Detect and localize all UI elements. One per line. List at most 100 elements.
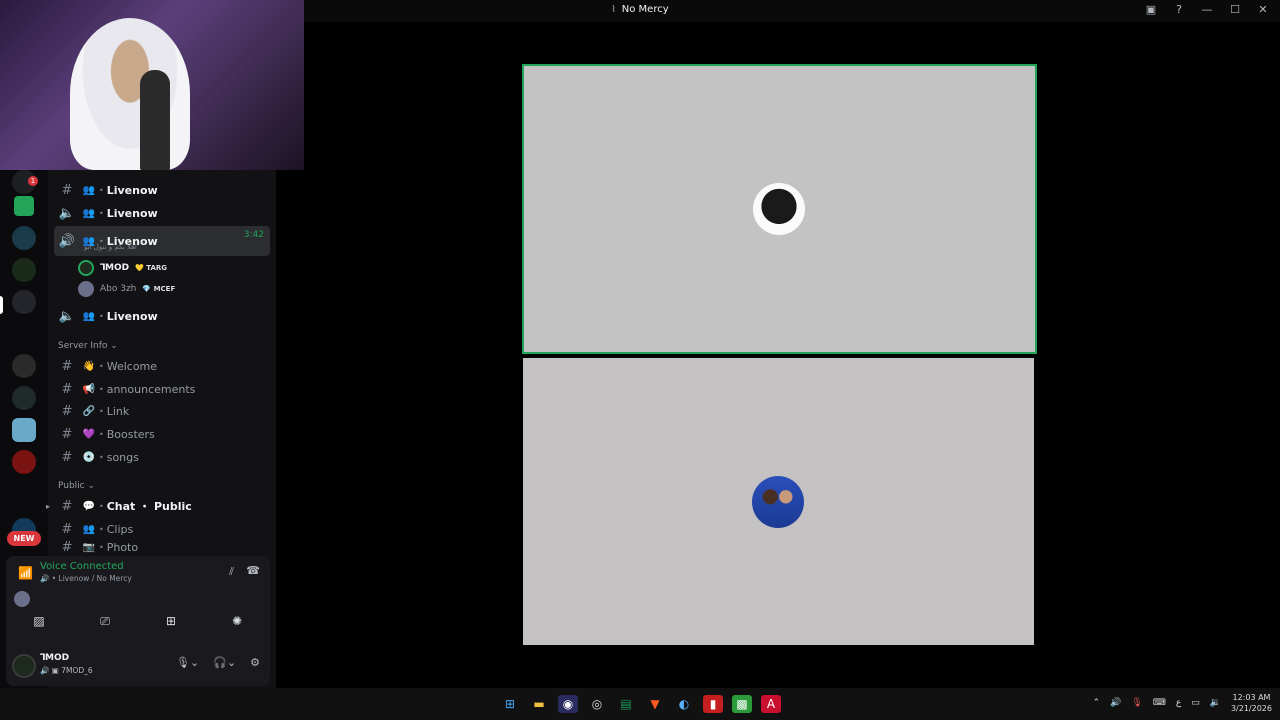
discord-icon[interactable]: ◉ [558,695,578,713]
channel-emoji-icon: 👥 [82,310,96,322]
avatar [753,183,805,235]
link-icon: 🔗 [82,405,96,417]
expand-icon[interactable]: ▸ [46,502,50,511]
text-channel-photo[interactable]: # 📷 • Photo [54,540,270,554]
microphone-icon[interactable]: 🎙⌄ [176,656,199,669]
server-icon[interactable] [12,386,36,410]
speech-bubble-icon: 💬 [82,500,96,512]
help-icon[interactable]: ? [1172,3,1186,16]
server-icon[interactable] [12,226,36,250]
volume-icon[interactable]: 🔉 [1210,698,1221,708]
microphone-image [140,70,170,170]
photo-icon: 📷 [82,541,96,553]
voice-location[interactable]: 🔊 • Livenow / No Mercy [40,574,132,583]
close-button[interactable]: ✕ [1256,3,1270,16]
booster-icon: 💜 [82,428,96,440]
activities-button[interactable]: ⊞ [159,614,183,629]
voice-channel[interactable]: 🔈 👥 • Livenow [54,305,270,327]
taskbar: ⊞ ▬ ◉ ◎ ▤ ▼ ◐ ▮ ▩ A ⌃ 🔊 🎙 ⌨ ع ▭ 🔉 12:03 … [0,688,1280,720]
voice-channel[interactable]: # 👥 • Livenow [54,179,270,201]
noise-suppression-icon[interactable]: ⫽ [229,565,234,579]
maximize-button[interactable]: ☐ [1228,3,1242,16]
gear-icon[interactable]: ⚙ [250,656,260,669]
disconnect-icon[interactable]: ☎ [246,564,260,577]
hash-icon: # [61,358,73,374]
excel-icon[interactable]: ▤ [616,695,636,713]
soundboard-button[interactable]: ✺ [225,614,249,629]
text-channel-welcome[interactable]: # 👋 • Welcome [54,355,270,377]
voice-user[interactable]: Abo 3zh 💎 MCEF [78,280,175,298]
server-icon[interactable] [12,450,36,474]
avatar[interactable] [14,591,30,607]
call-timer: 3:42 [243,230,264,240]
user-tag: 💎 MCEF [142,285,176,293]
hash-icon: # [61,449,73,465]
category-public[interactable]: Public ⌄ [58,481,95,491]
hash-icon: # [61,498,73,514]
server-icon-no-mercy[interactable] [12,290,36,314]
avatar [78,281,94,297]
app-a-icon[interactable]: A [761,695,781,713]
channel-status: اهلا بكم و ننول ابو [84,243,137,251]
hash-icon: # [61,381,73,397]
channel-emoji-icon: 👥 [82,207,96,219]
streamer-image [70,18,190,170]
text-channel-clips[interactable]: # 👥 • Clips [54,518,270,540]
category-server-info[interactable]: Server Info ⌄ [58,341,118,351]
avatar [752,476,804,528]
username[interactable]: ꓶMOD [40,653,69,663]
obs-icon[interactable]: ◎ [587,695,607,713]
windows-start-icon[interactable]: ⊞ [500,695,520,713]
voice-channel-active[interactable]: 🔊 👥 • Livenow 3:42 اهلا بكم و ننول ابو [54,226,270,256]
keyboard-icon[interactable]: ⌨ [1153,698,1166,708]
language-indicator[interactable]: ع [1176,698,1181,708]
chevron-up-icon[interactable]: ⌃ [1093,698,1101,708]
voice-status[interactable]: Voice Connected [40,561,124,572]
voice-panel: 📶 Voice Connected 🔊 • Livenow / No Mercy… [6,556,270,646]
minimize-button[interactable]: — [1200,3,1214,16]
server-icon-green[interactable] [14,196,34,216]
text-channel-announcements[interactable]: # 📢 • announcements [54,378,270,400]
avatar[interactable] [12,654,36,678]
brave-icon[interactable]: ▼ [645,695,665,713]
file-explorer-icon[interactable]: ▬ [529,695,549,713]
server-icon[interactable] [12,258,36,282]
speaker-active-icon: 🔊 [58,233,76,249]
clips-icon: 👥 [82,523,96,535]
microphone-icon[interactable]: 🎙 [1131,698,1142,708]
clock[interactable]: 12:03 AM 3/21/2026 [1231,692,1272,714]
server-icon[interactable] [12,418,36,442]
user-tag: 💛 TARG [135,264,168,272]
camera-off-button[interactable]: ▨ [27,614,51,629]
speaker-icon: 🔈 [58,308,76,324]
inbox-icon[interactable]: ▣ [1144,3,1158,16]
video-tile-speaking[interactable] [523,65,1036,353]
stage-icon: ⌇ [611,5,616,15]
selected-server-pill [0,296,3,314]
disc-icon: 💿 [82,451,96,463]
megaphone-icon: 📢 [82,383,96,395]
voice-user[interactable]: ꓶMOD 💛 TARG [78,259,167,277]
headphones-icon[interactable]: 🎧⌄ [213,656,236,669]
speaker-icon[interactable]: 🔊 [1110,698,1121,708]
text-channel-songs[interactable]: # 💿 • songs [54,446,270,468]
hash-icon: # [61,521,73,537]
hash-icon: # [61,426,73,442]
notification-badge: 1 [28,176,38,186]
user-bar: ꓶMOD 🔊 ▣ 7MOD_6 🎙⌄ 🎧⌄ ⚙ [6,646,270,686]
network-icon[interactable]: ▭ [1191,698,1200,708]
avatar [78,260,94,276]
text-channel-boosters[interactable]: # 💜 • Boosters [54,423,270,445]
screen-share-button[interactable]: ⎚ [93,614,117,629]
app-red-icon[interactable]: ▮ [703,695,723,713]
speaker-icon: 🔈 [58,205,76,221]
text-channel-link[interactable]: # 🔗 • Link [54,400,270,422]
video-tile[interactable] [523,358,1034,645]
steam-icon[interactable]: ◐ [674,695,694,713]
new-badge: NEW [7,531,41,546]
hash-icon: # [61,182,73,198]
server-icon[interactable] [12,354,36,378]
voice-channel[interactable]: 🔈 👥 • Livenow [54,202,270,224]
text-channel-chat[interactable]: ▸ # 💬 • Chat ・ Public [46,495,270,517]
minecraft-icon[interactable]: ▩ [732,695,752,713]
